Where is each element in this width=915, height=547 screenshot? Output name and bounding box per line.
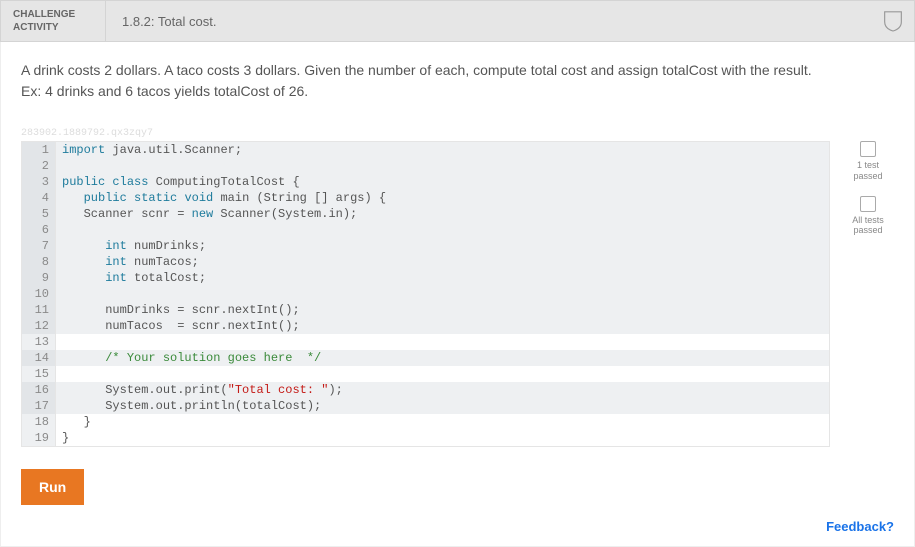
- code-text[interactable]: }: [56, 430, 829, 446]
- line-number: 8: [22, 254, 56, 270]
- activity-content: A drink costs 2 dollars. A taco costs 3 …: [0, 42, 915, 547]
- code-line[interactable]: 6: [22, 222, 829, 238]
- run-button[interactable]: Run: [21, 469, 84, 505]
- code-text[interactable]: int numDrinks;: [56, 238, 829, 254]
- code-line[interactable]: 8 int numTacos;: [22, 254, 829, 270]
- feedback-row: Feedback?: [21, 519, 894, 534]
- line-number: 6: [22, 222, 56, 238]
- line-number: 9: [22, 270, 56, 286]
- activity-type-label: CHALLENGE ACTIVITY: [1, 1, 106, 41]
- activity-title: 1.8.2: Total cost.: [106, 1, 872, 41]
- code-line[interactable]: 15: [22, 366, 829, 382]
- line-number: 16: [22, 382, 56, 398]
- code-line[interactable]: 9 int totalCost;: [22, 270, 829, 286]
- one-test-label: 1 test passed: [853, 160, 882, 182]
- code-line[interactable]: 5 Scanner scnr = new Scanner(System.in);: [22, 206, 829, 222]
- test-status-sidebar: 1 test passed All tests passed: [842, 141, 894, 250]
- code-line[interactable]: 1import java.util.Scanner;: [22, 142, 829, 158]
- code-text[interactable]: Scanner scnr = new Scanner(System.in);: [56, 206, 829, 222]
- code-text[interactable]: public class ComputingTotalCost {: [56, 174, 829, 190]
- code-line[interactable]: 10: [22, 286, 829, 302]
- code-line[interactable]: 4 public static void main (String [] arg…: [22, 190, 829, 206]
- checkbox-icon: [860, 196, 876, 212]
- code-line[interactable]: 11 numDrinks = scnr.nextInt();: [22, 302, 829, 318]
- code-text[interactable]: int totalCost;: [56, 270, 829, 286]
- code-line[interactable]: 14 /* Your solution goes here */: [22, 350, 829, 366]
- prompt-line-1: A drink costs 2 dollars. A taco costs 3 …: [21, 60, 894, 81]
- prompt-text: A drink costs 2 dollars. A taco costs 3 …: [21, 60, 894, 102]
- line-number: 12: [22, 318, 56, 334]
- code-line[interactable]: 3public class ComputingTotalCost {: [22, 174, 829, 190]
- code-line[interactable]: 7 int numDrinks;: [22, 238, 829, 254]
- line-number: 3: [22, 174, 56, 190]
- all-tests-status: All tests passed: [852, 196, 884, 237]
- checkbox-icon: [860, 141, 876, 157]
- prompt-line-2: Ex: 4 drinks and 6 tacos yields totalCos…: [21, 81, 894, 102]
- code-text[interactable]: /* Your solution goes here */: [56, 350, 829, 366]
- line-number: 2: [22, 158, 56, 174]
- watermark-id: 283902.1889792.qx3zqy7: [21, 128, 894, 139]
- code-line[interactable]: 18 }: [22, 414, 829, 430]
- code-line[interactable]: 12 numTacos = scnr.nextInt();: [22, 318, 829, 334]
- run-row: Run: [21, 469, 894, 505]
- line-number: 11: [22, 302, 56, 318]
- line-number: 7: [22, 238, 56, 254]
- code-line[interactable]: 13: [22, 334, 829, 350]
- code-line[interactable]: 17 System.out.println(totalCost);: [22, 398, 829, 414]
- activity-header: CHALLENGE ACTIVITY 1.8.2: Total cost.: [0, 0, 915, 42]
- line-number: 1: [22, 142, 56, 158]
- code-text[interactable]: numDrinks = scnr.nextInt();: [56, 302, 829, 318]
- feedback-link[interactable]: Feedback?: [826, 519, 894, 534]
- code-text[interactable]: [56, 366, 829, 382]
- code-text[interactable]: }: [56, 414, 829, 430]
- code-text[interactable]: System.out.print("Total cost: ");: [56, 382, 829, 398]
- code-text[interactable]: import java.util.Scanner;: [56, 142, 829, 158]
- line-number: 18: [22, 414, 56, 430]
- code-text[interactable]: int numTacos;: [56, 254, 829, 270]
- code-text[interactable]: numTacos = scnr.nextInt();: [56, 318, 829, 334]
- one-test-status: 1 test passed: [853, 141, 882, 182]
- line-number: 10: [22, 286, 56, 302]
- line-number: 14: [22, 350, 56, 366]
- code-line[interactable]: 16 System.out.print("Total cost: ");: [22, 382, 829, 398]
- activity-type-line1: CHALLENGE: [13, 8, 93, 21]
- shield-icon: [872, 1, 914, 41]
- line-number: 17: [22, 398, 56, 414]
- code-editor[interactable]: 1import java.util.Scanner;23public class…: [21, 141, 830, 447]
- code-text[interactable]: public static void main (String [] args)…: [56, 190, 829, 206]
- line-number: 15: [22, 366, 56, 382]
- code-line[interactable]: 2: [22, 158, 829, 174]
- code-text[interactable]: [56, 222, 829, 238]
- code-text[interactable]: System.out.println(totalCost);: [56, 398, 829, 414]
- code-text[interactable]: [56, 286, 829, 302]
- code-text[interactable]: [56, 158, 829, 174]
- line-number: 4: [22, 190, 56, 206]
- activity-type-line2: ACTIVITY: [13, 21, 93, 34]
- code-line[interactable]: 19}: [22, 430, 829, 446]
- line-number: 19: [22, 430, 56, 446]
- line-number: 13: [22, 334, 56, 350]
- code-text[interactable]: [56, 334, 829, 350]
- line-number: 5: [22, 206, 56, 222]
- all-tests-label: All tests passed: [852, 215, 884, 237]
- editor-row: 1import java.util.Scanner;23public class…: [21, 141, 894, 447]
